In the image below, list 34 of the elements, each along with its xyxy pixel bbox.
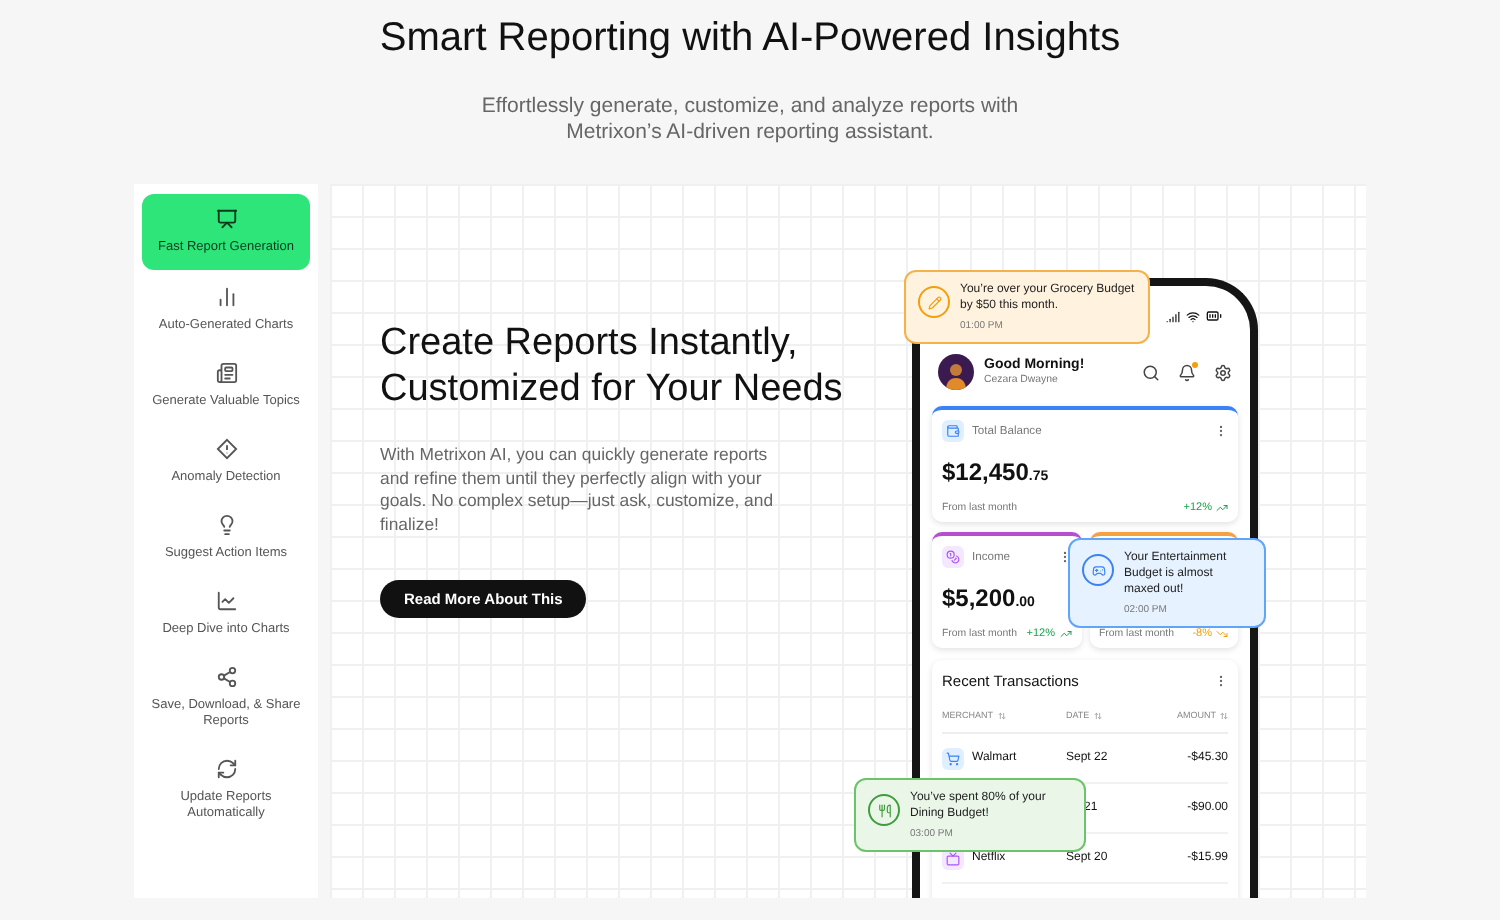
utensils-icon [877, 803, 891, 817]
coins-icon [946, 550, 960, 564]
wifi-icon [1186, 309, 1200, 323]
more-icon[interactable] [1214, 424, 1228, 438]
bell-icon[interactable] [1178, 363, 1196, 381]
warning-diamond-icon [215, 438, 237, 460]
sort-icon [1220, 711, 1228, 719]
battery-icon [1206, 308, 1222, 324]
page-title: Smart Reporting with AI-Powered Insights [379, 16, 1121, 62]
sort-icon [997, 711, 1005, 719]
share-icon [215, 666, 237, 688]
more-icon[interactable] [1214, 674, 1228, 688]
newspaper-icon [215, 362, 237, 384]
sort-icon [1093, 711, 1102, 719]
trend-down-icon [1216, 628, 1228, 640]
line-chart-icon [215, 590, 237, 612]
search-icon[interactable] [1142, 363, 1160, 381]
report-icon [215, 208, 237, 230]
pencil-icon [927, 295, 941, 309]
cart-icon [946, 751, 960, 765]
bar-chart-icon [215, 286, 237, 308]
tv-icon [946, 851, 960, 865]
signal-icon [1166, 309, 1180, 323]
trend-up-icon [1059, 628, 1071, 640]
avatar [938, 354, 974, 390]
trend-up-icon [1216, 502, 1228, 514]
section-heading: Create Reports Instantly, Customized for Your Needs [380, 320, 845, 412]
gamepad-icon [1091, 563, 1105, 577]
settings-icon[interactable] [1214, 363, 1232, 381]
refresh-icon [215, 758, 237, 780]
page-subtitle: Effortlessly generate, customize, and analyze reports with Metrixon’s AI-driven reporting assistant. [479, 94, 1021, 146]
section-description: With Metrixon AI, you can quickly generate reports and refine them until they perfectly align with your goals. No complex setup—just ask, customize, and finalize! [380, 444, 776, 536]
lightbulb-icon [215, 514, 237, 536]
wallet-icon [946, 424, 960, 438]
